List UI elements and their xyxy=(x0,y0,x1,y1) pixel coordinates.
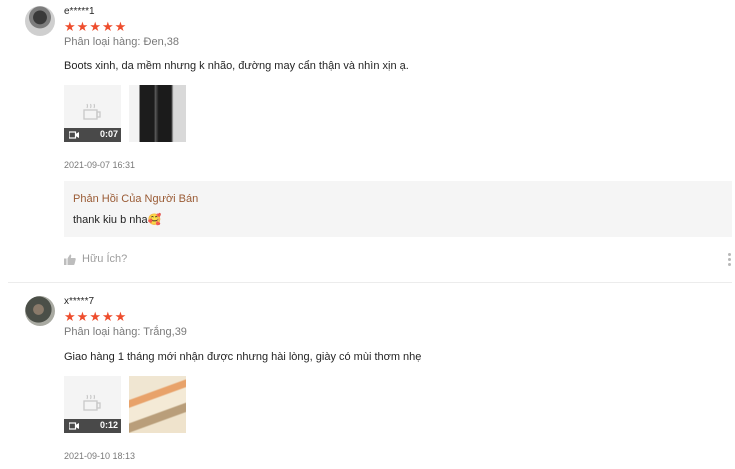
more-vertical-icon[interactable] xyxy=(726,253,732,266)
star-icon: ★ xyxy=(76,309,89,324)
star-icon: ★ xyxy=(89,19,101,34)
product-variation: Phân loại hàng: Đen,38 xyxy=(64,36,179,48)
seller-reply: Phản Hồi Của Người Bán thank kiu b nha🥰 xyxy=(64,181,732,237)
star-icon: ★ xyxy=(101,309,114,324)
review-video-thumbnail[interactable]: 0:12 xyxy=(64,376,121,433)
helpful-label: Hữu Ích? xyxy=(82,253,128,265)
review-datetime: 2021-09-10 18:13 xyxy=(64,451,136,461)
review-content: Giao hàng 1 tháng mới nhận được nhưng hà… xyxy=(64,351,422,363)
video-info-bar: 0:07 xyxy=(64,128,121,142)
camera-placeholder-icon xyxy=(83,103,101,120)
review-datetime: 2021-09-07 16:31 xyxy=(64,160,136,170)
star-icon: ★ xyxy=(114,309,127,324)
seller-reply-title: Phản Hồi Của Người Bán xyxy=(73,193,199,205)
review-divider xyxy=(8,282,732,283)
reviewer-username[interactable]: e*****1 xyxy=(64,6,95,17)
star-icon: ★ xyxy=(76,19,89,34)
rating-stars: ★ ★ ★ ★ ★ xyxy=(64,309,127,324)
camera-placeholder-icon xyxy=(83,394,101,411)
avatar[interactable] xyxy=(25,6,55,36)
seller-reply-text: thank kiu b nha🥰 xyxy=(73,214,162,226)
rating-stars: ★ ★ ★ ★ ★ xyxy=(64,19,127,34)
video-info-bar: 0:12 xyxy=(64,419,121,433)
video-duration: 0:07 xyxy=(99,129,118,139)
thumbs-up-icon xyxy=(64,254,76,265)
video-camera-icon xyxy=(69,422,79,430)
star-icon: ★ xyxy=(101,19,114,34)
reviewer-username[interactable]: x*****7 xyxy=(64,296,94,307)
star-icon: ★ xyxy=(64,19,76,34)
review-photo[interactable] xyxy=(129,376,186,433)
star-icon: ★ xyxy=(89,309,101,324)
review-content: Boots xinh, da mềm nhưng k nhão, đường m… xyxy=(64,60,409,72)
star-icon: ★ xyxy=(114,19,127,34)
helpful-button[interactable]: Hữu Ích? xyxy=(64,253,127,265)
avatar[interactable] xyxy=(25,296,55,326)
video-duration: 0:12 xyxy=(99,420,118,430)
review-photo[interactable] xyxy=(129,85,186,142)
review-video-thumbnail[interactable]: 0:07 xyxy=(64,85,121,142)
video-camera-icon xyxy=(69,131,79,139)
star-icon: ★ xyxy=(64,309,76,324)
product-variation: Phân loại hàng: Trắng,39 xyxy=(64,326,187,338)
